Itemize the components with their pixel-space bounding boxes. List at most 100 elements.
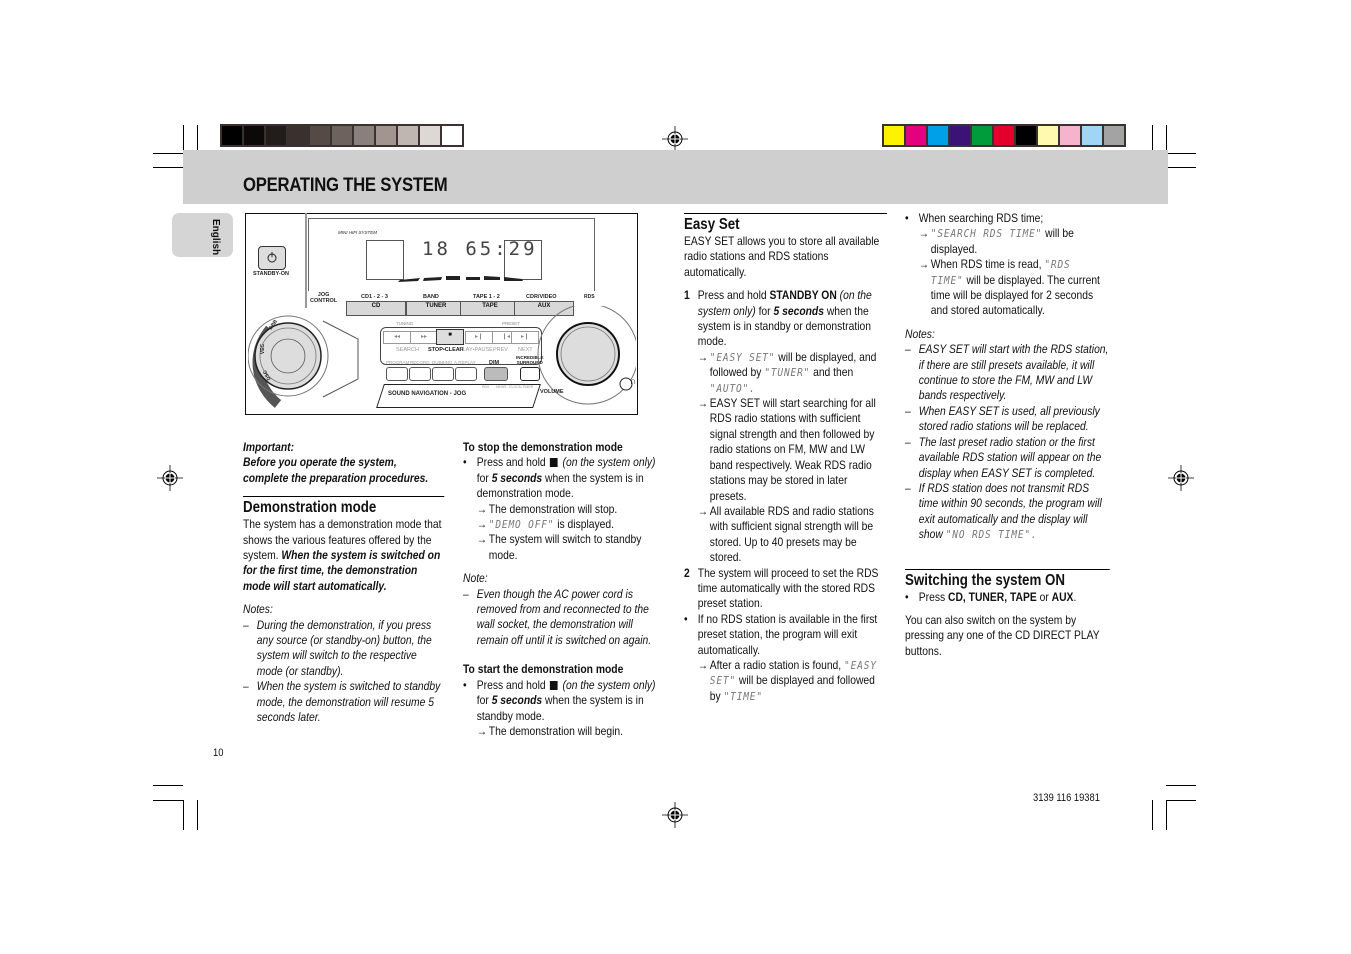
next-button: ▸❙ bbox=[511, 331, 539, 344]
important-label: Important: bbox=[243, 440, 295, 454]
dim-label: DIM bbox=[489, 360, 500, 366]
registration-mark-icon bbox=[662, 802, 688, 828]
dim-button bbox=[484, 367, 508, 381]
step-2: 2 The system will proceed to set the RDS … bbox=[684, 565, 879, 611]
record-button bbox=[409, 367, 431, 381]
result-item: → The demonstration will stop. bbox=[476, 501, 618, 516]
panel-divider bbox=[305, 213, 307, 308]
color-swatch bbox=[398, 126, 418, 145]
demo-intro: The system has a demonstration mode that… bbox=[243, 517, 442, 593]
preset-label: PRESET bbox=[502, 321, 521, 326]
program-button bbox=[386, 367, 408, 381]
tuner-button: TUNER bbox=[406, 301, 466, 316]
result-item: → All available RDS and radio stations wi… bbox=[697, 503, 874, 565]
easy-set-heading: Easy Set bbox=[684, 216, 740, 233]
switch-on-heading: Switching the system ON bbox=[905, 571, 1066, 589]
note-label: Note: bbox=[463, 571, 488, 586]
a-replay-button bbox=[455, 367, 477, 381]
note-item: – If RDS station does not transmit RDS ti… bbox=[905, 480, 1102, 542]
stop-clear-button: ■ bbox=[436, 329, 464, 345]
result-item: → "EASY SET" will be displayed, and follo… bbox=[697, 349, 877, 395]
color-swatch bbox=[972, 126, 992, 145]
volume-label: VOLUME bbox=[540, 389, 564, 395]
jog-label: JOG CONTROL bbox=[310, 292, 338, 304]
color-swatch bbox=[222, 126, 242, 145]
search-label: SEARCH bbox=[396, 347, 419, 353]
grayscale-color-bar bbox=[220, 124, 464, 147]
switch-on-text: You can also switch on the system by pre… bbox=[905, 612, 1100, 658]
color-swatch bbox=[332, 126, 352, 145]
left-column: Important: Before you operate the system… bbox=[243, 440, 445, 726]
dubbing-label: DUBBING bbox=[432, 360, 453, 365]
language-tab-label: English bbox=[210, 219, 221, 256]
source-header-band: BAND bbox=[423, 294, 439, 300]
stop-icon bbox=[550, 458, 558, 468]
color-swatch bbox=[354, 126, 374, 145]
notes-label: Notes: bbox=[243, 602, 273, 617]
note-item: – When the system is switched to standby … bbox=[243, 679, 441, 725]
sound-navigation-label: SOUND NAVIGATION - JOG bbox=[388, 391, 467, 397]
bullet-item: • When searching RDS time; bbox=[905, 211, 1044, 225]
a-replay-label: A.REPLAY bbox=[454, 360, 476, 365]
color-swatch bbox=[950, 126, 970, 145]
result-item: → The system will switch to standby mode. bbox=[476, 532, 642, 562]
clock-timer-knob-label: CLOCK•TIMER bbox=[509, 385, 534, 389]
result-item: → After a radio station is found, "EASY S… bbox=[697, 657, 877, 703]
result-item: → The demonstration will begin. bbox=[476, 723, 624, 738]
color-swatch bbox=[1016, 126, 1036, 145]
result-item: → When RDS time is read, "RDS TIME" will … bbox=[918, 257, 1100, 318]
play-pause-label: PLAY•PAUSE bbox=[459, 347, 493, 353]
play-pause-button: ▸❙ bbox=[465, 331, 493, 344]
source-header-tape: TAPE 1 - 2 bbox=[473, 294, 500, 300]
program-label: PROGRAM bbox=[386, 360, 410, 365]
start-demo-step: • Press and hold (on the system only) for… bbox=[463, 677, 656, 723]
rds-knob-label: RDS bbox=[482, 385, 490, 389]
search-forward-button: ▸▸ bbox=[410, 331, 438, 344]
search-back-button: ◂◂ bbox=[383, 331, 411, 344]
stop-demo-step: • Press and hold (on the system only) for… bbox=[463, 455, 656, 501]
registration-mark-icon bbox=[1168, 465, 1194, 491]
easy-set-intro: EASY SET allows you to store all availab… bbox=[684, 234, 880, 279]
color-swatch bbox=[310, 126, 330, 145]
registration-mark-icon bbox=[157, 465, 183, 491]
standby-button bbox=[258, 246, 286, 270]
section-rule bbox=[243, 496, 445, 498]
document-code: 3139 116 19381 bbox=[1033, 792, 1100, 804]
color-swatch bbox=[420, 126, 440, 145]
headphones-icon: ∩ bbox=[630, 376, 637, 386]
color-swatch bbox=[442, 126, 462, 145]
note-item: – EASY SET will start with the RDS statio… bbox=[905, 342, 1109, 403]
color-swatch bbox=[1082, 126, 1102, 145]
section-rule bbox=[905, 568, 1110, 570]
note-item: – When EASY SET is used, all previously s… bbox=[905, 403, 1100, 434]
color-swatch bbox=[1060, 126, 1080, 145]
record-label: RECORD bbox=[410, 360, 430, 365]
notes-label: Notes: bbox=[905, 326, 935, 341]
color-swatch bbox=[244, 126, 264, 145]
rds-logo: RDS bbox=[584, 294, 595, 300]
bullet-item: • If no RDS station is available in the f… bbox=[684, 611, 878, 657]
note-item: – During the demonstration, if you press … bbox=[243, 617, 432, 678]
color-swatch bbox=[1104, 126, 1124, 145]
product-label: MINI HIFI SYSTEM bbox=[338, 230, 378, 235]
news-knob-label: NEWS bbox=[496, 385, 507, 389]
tape-button: TAPE bbox=[460, 301, 520, 316]
next-label: NEXT bbox=[518, 347, 533, 353]
step-1: 1 Press and hold STANDBY ON (on the syste… bbox=[684, 288, 872, 349]
important-text: Before you operate the system, complete … bbox=[243, 455, 429, 485]
color-swatch bbox=[928, 126, 948, 145]
color-swatch bbox=[1038, 126, 1058, 145]
prev-label: PREV bbox=[493, 347, 508, 353]
result-item: → EASY SET will start searching for all R… bbox=[697, 396, 876, 503]
bullet-item: • Press CD, TUNER, TAPE or AUX. bbox=[905, 589, 1077, 604]
easy-set-column: Easy Set EASY SET allows you to store al… bbox=[684, 213, 887, 704]
color-swatch bbox=[266, 126, 286, 145]
result-item: → "DEMO OFF" is displayed. bbox=[476, 517, 615, 532]
registration-mark-icon bbox=[662, 126, 688, 152]
right-column: • When searching RDS time; → "SEARCH RDS T… bbox=[905, 211, 1110, 659]
color-swatch bbox=[884, 126, 904, 145]
middle-column: To stop the demonstration mode • Press an… bbox=[463, 440, 663, 739]
page-number: 10 bbox=[213, 747, 224, 759]
language-tab: English bbox=[172, 213, 233, 257]
process-color-bar bbox=[882, 124, 1126, 147]
